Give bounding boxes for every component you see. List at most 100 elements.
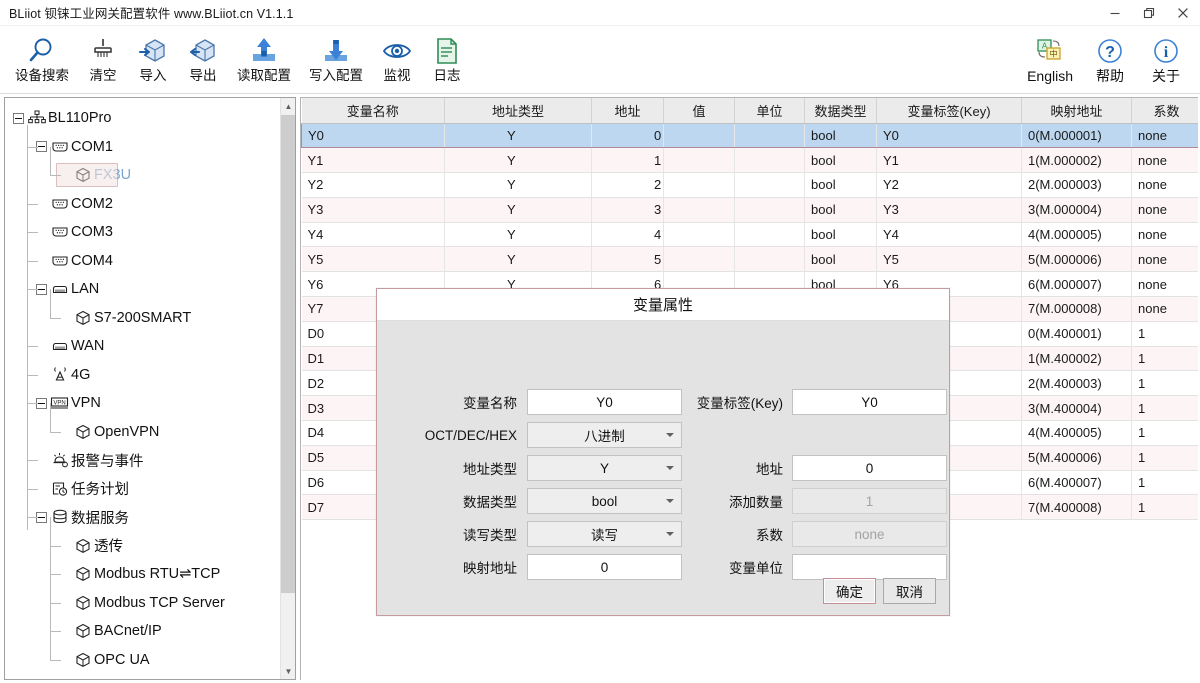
table-cell[interactable] bbox=[663, 246, 735, 273]
table-cell[interactable]: Y bbox=[444, 246, 592, 273]
table-cell[interactable] bbox=[663, 172, 735, 198]
scrollbar-thumb[interactable] bbox=[281, 115, 295, 593]
tree-item-modbus-rtu-tcp[interactable]: Modbus RTU⇌TCP bbox=[59, 560, 220, 588]
table-cell[interactable]: Y bbox=[444, 172, 592, 198]
toolbar-button-export[interactable]: 导出 bbox=[179, 29, 227, 91]
toolbar-button-write-config[interactable]: 写入配置 bbox=[301, 29, 371, 91]
table-cell[interactable]: none bbox=[1131, 222, 1198, 248]
table-cell[interactable]: 3(M.000004) bbox=[1021, 197, 1132, 223]
input-var-key[interactable]: Y0 bbox=[792, 389, 947, 415]
table-column-header[interactable]: 地址 bbox=[591, 98, 664, 124]
table-cell[interactable]: 7(M.400008) bbox=[1021, 494, 1132, 521]
table-cell[interactable]: 2 bbox=[591, 172, 664, 198]
tree-item-com1[interactable]: COM1 bbox=[36, 133, 113, 161]
table-cell[interactable]: 1 bbox=[1131, 494, 1198, 521]
table-cell[interactable]: 6(M.400007) bbox=[1021, 470, 1132, 496]
tree-item-wan[interactable]: WAN bbox=[36, 332, 104, 360]
table-cell[interactable] bbox=[734, 197, 805, 223]
tree-item-vpn[interactable]: VPN VPN bbox=[36, 389, 101, 417]
select-addr-type[interactable]: Y bbox=[527, 455, 682, 481]
table-cell[interactable]: none bbox=[1131, 147, 1198, 174]
table-column-header[interactable]: 变量名称 bbox=[301, 98, 445, 124]
table-cell[interactable]: bool bbox=[804, 122, 877, 149]
table-cell[interactable]: none bbox=[1131, 271, 1198, 298]
table-cell[interactable]: bool bbox=[804, 246, 877, 273]
table-column-header[interactable]: 值 bbox=[663, 98, 735, 124]
select-radix[interactable]: 八进制 bbox=[527, 422, 682, 448]
table-cell[interactable]: 5(M.000006) bbox=[1021, 246, 1132, 273]
table-cell[interactable]: Y1 bbox=[876, 147, 1022, 174]
tree-collapse-icon[interactable] bbox=[13, 112, 24, 124]
table-cell[interactable] bbox=[734, 246, 805, 273]
input-map-address[interactable]: 0 bbox=[527, 554, 682, 580]
table-cell[interactable]: bool bbox=[804, 222, 877, 248]
table-cell[interactable]: none bbox=[1131, 197, 1198, 223]
toolbar-button-language[interactable]: A 中 English bbox=[1019, 29, 1081, 91]
select-data-type[interactable]: bool bbox=[527, 488, 682, 514]
table-cell[interactable]: bool bbox=[804, 147, 877, 174]
tree-item-4g[interactable]: 4G bbox=[36, 361, 90, 389]
toolbar-button-help[interactable]: ? 帮助 bbox=[1083, 29, 1137, 91]
table-row[interactable]: Y4 Y 4 bool Y4 4(M.000005) none bbox=[301, 222, 1198, 248]
tree-item-s7-200smart[interactable]: S7-200SMART bbox=[59, 304, 191, 332]
table-cell[interactable]: 2(M.400003) bbox=[1021, 370, 1132, 397]
toolbar-button-clear[interactable]: 清空 bbox=[79, 29, 127, 91]
cancel-button[interactable]: 取消 bbox=[883, 578, 936, 604]
table-column-header[interactable]: 变量标签(Key) bbox=[876, 98, 1022, 124]
input-var-unit[interactable] bbox=[792, 554, 947, 580]
table-cell[interactable]: Y3 bbox=[876, 197, 1022, 223]
table-cell[interactable]: none bbox=[1131, 246, 1198, 273]
table-cell[interactable]: Y5 bbox=[876, 246, 1022, 273]
tree-item-[interactable]: 报警与事件 bbox=[36, 446, 144, 474]
tree-item-opc-ua[interactable]: OPC UA bbox=[59, 646, 150, 674]
close-button[interactable] bbox=[1166, 0, 1200, 26]
table-column-header[interactable]: 单位 bbox=[734, 98, 805, 124]
table-cell[interactable]: Y bbox=[444, 197, 592, 223]
table-cell[interactable]: 6(M.000007) bbox=[1021, 271, 1132, 298]
table-cell[interactable]: 0(M.400001) bbox=[1021, 321, 1132, 347]
tree-item-com3[interactable]: COM3 bbox=[36, 218, 113, 246]
table-cell[interactable]: bool bbox=[804, 172, 877, 198]
tree-vertical-scrollbar[interactable]: ▲ ▼ bbox=[280, 98, 295, 679]
table-column-header[interactable]: 映射地址 bbox=[1021, 98, 1132, 124]
minimize-button[interactable] bbox=[1098, 0, 1132, 26]
tree-item-openvpn[interactable]: OpenVPN bbox=[59, 418, 159, 446]
table-row[interactable]: Y2 Y 2 bool Y2 2(M.000003) none bbox=[301, 172, 1198, 198]
table-cell[interactable]: none bbox=[1131, 296, 1198, 322]
table-cell[interactable] bbox=[734, 122, 805, 149]
table-cell[interactable]: 1 bbox=[1131, 370, 1198, 397]
table-cell[interactable]: Y bbox=[444, 222, 592, 248]
table-cell[interactable]: 1 bbox=[1131, 445, 1198, 471]
table-cell[interactable]: none bbox=[1131, 172, 1198, 198]
table-cell[interactable]: 5(M.400006) bbox=[1021, 445, 1132, 471]
table-cell[interactable]: Y5 bbox=[301, 246, 445, 273]
tree-item-modbus-tcp-server[interactable]: Modbus TCP Server bbox=[59, 589, 225, 617]
table-cell[interactable]: 3 bbox=[591, 197, 664, 223]
tree-item-com4[interactable]: COM4 bbox=[36, 247, 113, 275]
table-cell[interactable] bbox=[663, 122, 735, 149]
input-coefficient[interactable]: none bbox=[792, 521, 947, 547]
table-cell[interactable]: Y4 bbox=[301, 222, 445, 248]
table-cell[interactable]: 0(M.000001) bbox=[1021, 122, 1132, 149]
table-cell[interactable] bbox=[734, 147, 805, 174]
table-cell[interactable]: Y bbox=[444, 122, 592, 149]
table-cell[interactable]: 4(M.000005) bbox=[1021, 222, 1132, 248]
table-cell[interactable]: 2(M.000003) bbox=[1021, 172, 1132, 198]
table-cell[interactable]: 1 bbox=[591, 147, 664, 174]
table-cell[interactable]: 7(M.000008) bbox=[1021, 296, 1132, 322]
scroll-up-icon[interactable]: ▲ bbox=[281, 98, 295, 114]
table-cell[interactable] bbox=[663, 147, 735, 174]
table-cell[interactable]: 1 bbox=[1131, 420, 1198, 446]
table-cell[interactable]: 4(M.400005) bbox=[1021, 420, 1132, 446]
table-cell[interactable]: 1(M.400002) bbox=[1021, 346, 1132, 372]
tree-item-bacnet-ip[interactable]: BACnet/IP bbox=[59, 617, 162, 645]
table-cell[interactable]: 1 bbox=[1131, 395, 1198, 422]
table-cell[interactable]: Y3 bbox=[301, 197, 445, 223]
toolbar-button-about[interactable]: i 关于 bbox=[1139, 29, 1193, 91]
tree-item-com2[interactable]: COM2 bbox=[36, 190, 113, 218]
table-cell[interactable]: Y1 bbox=[301, 147, 445, 174]
table-cell[interactable]: 3(M.400004) bbox=[1021, 395, 1132, 422]
input-add-count[interactable]: 1 bbox=[792, 488, 947, 514]
ok-button[interactable]: 确定 bbox=[823, 578, 876, 604]
table-cell[interactable]: Y0 bbox=[301, 122, 445, 149]
